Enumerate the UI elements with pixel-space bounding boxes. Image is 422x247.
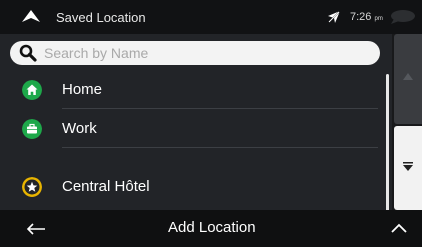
scroll-down-icon (403, 162, 413, 171)
page-title: Saved Location (56, 10, 146, 25)
list-item-work[interactable]: Work (0, 110, 384, 148)
list-item-label: Central Hôtel (62, 178, 150, 195)
scroll-up-button[interactable] (394, 34, 422, 124)
list-item-home[interactable]: Home (0, 71, 384, 109)
clock-ampm: pm (374, 16, 383, 22)
divider (62, 147, 378, 148)
navigation-arrow-icon[interactable] (21, 9, 41, 23)
gps-signal-icon (327, 10, 341, 24)
bottom-bar: Add Location (0, 210, 422, 247)
clock-time: 7:26 (350, 11, 372, 23)
star-icon (22, 177, 42, 197)
divider (62, 108, 378, 109)
message-bubble-icon[interactable] (388, 9, 416, 25)
list-item-central-hotel[interactable]: Central Hôtel (0, 168, 384, 206)
back-arrow-icon[interactable] (26, 222, 46, 236)
search-bar[interactable] (10, 41, 380, 65)
location-list-panel: Home Work Central Hôtel (0, 34, 392, 212)
chevron-up-icon[interactable] (390, 222, 408, 234)
scroll-up-icon (403, 73, 413, 80)
list-item-label: Home (62, 81, 103, 98)
scroll-controls (392, 34, 422, 210)
list-scrollbar[interactable] (386, 74, 389, 212)
scroll-down-button[interactable] (394, 126, 422, 210)
home-icon (22, 80, 42, 100)
status-bar: Saved Location 7:26 pm (0, 0, 422, 34)
search-icon (19, 44, 37, 62)
search-input[interactable] (44, 42, 374, 64)
list-item-label: Work (62, 120, 97, 137)
clock: 7:26 pm (350, 11, 383, 23)
add-location-button[interactable]: Add Location (168, 219, 256, 236)
briefcase-icon (22, 119, 42, 139)
